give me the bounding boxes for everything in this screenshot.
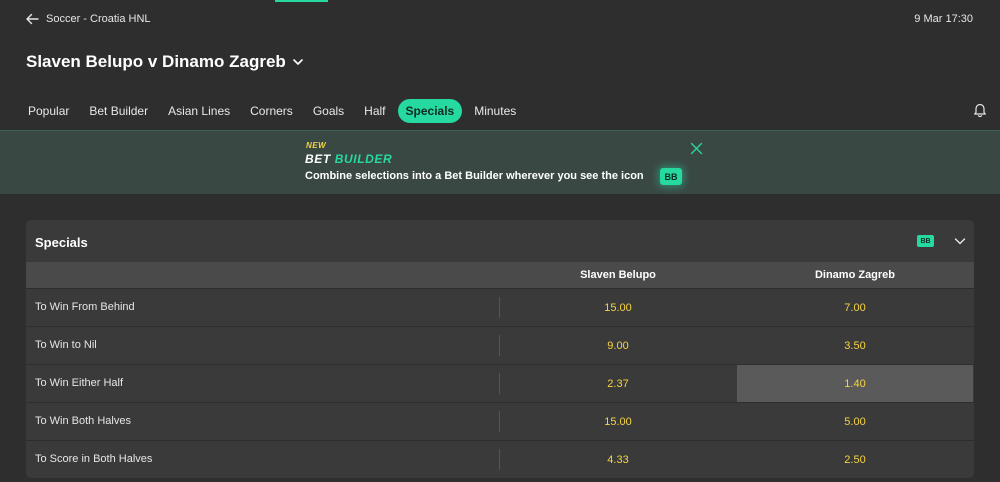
close-icon[interactable] [690, 142, 703, 155]
market-row: To Win Either Half 2.37 1.40 [26, 364, 974, 402]
promo-title-word1: BET [305, 152, 331, 166]
tab-popular[interactable]: Popular [20, 99, 77, 123]
odds-away-selected[interactable]: 1.40 [737, 365, 973, 402]
specials-header[interactable]: Specials BB [26, 220, 974, 262]
odds-home[interactable]: 15.00 [500, 403, 736, 440]
odds-home[interactable]: 4.33 [500, 441, 736, 478]
odds-home[interactable]: 2.37 [500, 365, 736, 402]
market-tabs: Popular Bet Builder Asian Lines Corners … [20, 98, 528, 123]
column-home: Slaven Belupo [580, 269, 656, 281]
market-label: To Score in Both Halves [35, 453, 153, 465]
promo-text: Combine selections into a Bet Builder wh… [305, 170, 644, 182]
market-row: To Win From Behind 15.00 7.00 [26, 288, 974, 326]
tab-half[interactable]: Half [356, 99, 393, 123]
back-arrow-icon[interactable] [24, 11, 40, 27]
match-title[interactable]: Slaven Belupo v Dinamo Zagreb [26, 52, 304, 72]
bell-icon[interactable] [973, 102, 987, 117]
odds-away[interactable]: 3.50 [737, 327, 973, 364]
promo-title-word2: BUILDER [334, 152, 393, 166]
tab-asian-lines[interactable]: Asian Lines [160, 99, 238, 123]
market-label: To Win to Nil [35, 339, 97, 351]
odds-away[interactable]: 7.00 [737, 289, 973, 326]
market-label: To Win Either Half [35, 377, 124, 389]
tab-goals[interactable]: Goals [305, 99, 352, 123]
bet-builder-promo [0, 131, 1000, 194]
column-header: Slaven Belupo Dinamo Zagreb [26, 262, 974, 288]
tab-corners[interactable]: Corners [242, 99, 301, 123]
match-datetime: 9 Mar 17:30 [914, 13, 973, 25]
tab-bet-builder[interactable]: Bet Builder [81, 99, 156, 123]
promo-new-label: NEW [306, 141, 327, 150]
chevron-down-icon[interactable] [954, 236, 966, 246]
tab-minutes[interactable]: Minutes [466, 99, 524, 123]
market-row: To Win to Nil 9.00 3.50 [26, 326, 974, 364]
odds-home[interactable]: 15.00 [500, 289, 736, 326]
market-label: To Win Both Halves [35, 415, 131, 427]
promo-title: BET BUILDER [305, 152, 392, 166]
odds-away[interactable]: 5.00 [737, 403, 973, 440]
tab-specials[interactable]: Specials [397, 98, 463, 123]
column-away: Dinamo Zagreb [814, 269, 896, 281]
chevron-down-icon [292, 59, 303, 65]
match-title-text: Slaven Belupo v Dinamo Zagreb [26, 52, 286, 71]
market-label: To Win From Behind [35, 301, 135, 313]
market-row: To Win Both Halves 15.00 5.00 [26, 402, 974, 440]
specials-panel: Specials BB Slaven Belupo Dinamo Zagreb … [26, 220, 974, 478]
odds-home[interactable]: 9.00 [500, 327, 736, 364]
top-bar: Soccer - Croatia HNL 9 Mar 17:30 [0, 0, 1000, 40]
breadcrumb[interactable]: Soccer - Croatia HNL [46, 13, 151, 25]
specials-title: Specials [35, 235, 88, 250]
bet-builder-icon: BB [660, 168, 682, 185]
odds-away[interactable]: 2.50 [737, 441, 973, 478]
market-row: To Score in Both Halves 4.33 2.50 [26, 440, 974, 478]
bet-builder-icon: BB [917, 235, 934, 247]
